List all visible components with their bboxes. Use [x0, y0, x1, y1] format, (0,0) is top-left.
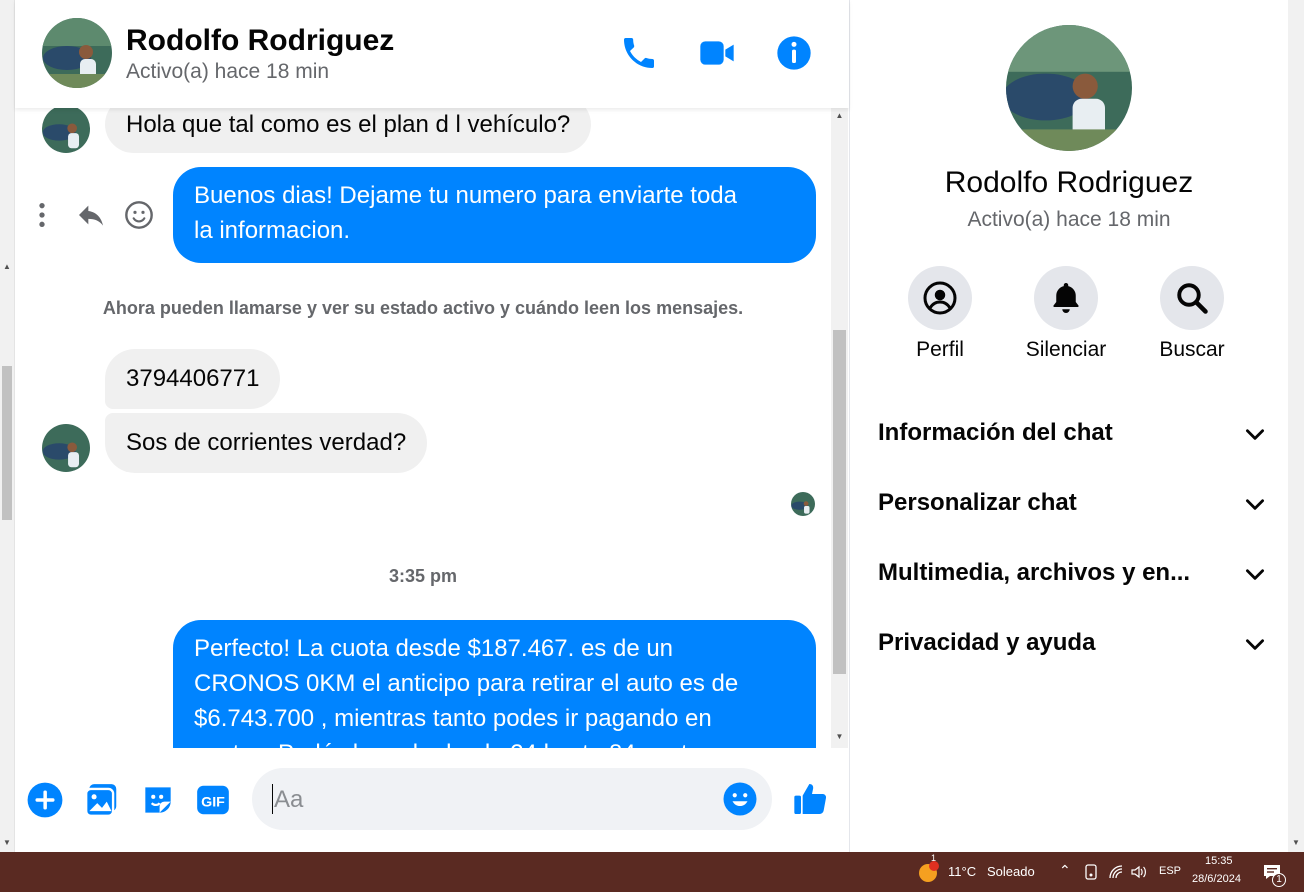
mute-label: Silenciar — [1025, 338, 1107, 361]
section-label: Privacidad y ayuda — [878, 629, 1096, 656]
clock-time[interactable]: 15:35 — [1205, 855, 1233, 867]
avatar[interactable] — [1006, 25, 1132, 151]
volume-icon[interactable] — [1130, 864, 1148, 880]
chevron-down-icon — [1246, 569, 1264, 580]
outgoing-message[interactable]: Buenos dias! Dejame tu numero para envia… — [173, 167, 816, 263]
weather-desc[interactable]: Soleado — [987, 864, 1035, 879]
seen-avatar — [791, 492, 815, 516]
chevron-up-icon[interactable]: ⌃ — [1059, 862, 1071, 879]
message-line: Buenos dias! Dejame tu numero para envia… — [194, 182, 737, 209]
more-dots-icon[interactable] — [26, 199, 58, 231]
system-notice: Ahora pueden llamarse y ver su estado ac… — [102, 298, 744, 318]
weather-badge: 1 — [931, 853, 937, 863]
scrollbar-thumb[interactable] — [833, 330, 846, 674]
clock-date[interactable]: 28/6/2024 — [1192, 873, 1241, 885]
info-icon[interactable] — [774, 33, 814, 73]
notification-count: 1 — [1272, 873, 1286, 887]
contact-name[interactable]: Rodolfo Rodriguez — [126, 24, 394, 58]
section-label: Personalizar chat — [878, 489, 1077, 516]
profile-status: Activo(a) hace 18 min — [967, 208, 1171, 231]
message-timestamp: 3:35 pm — [388, 566, 458, 586]
message-input-placeholder: Aa — [274, 786, 304, 813]
message-line: CRONOS 0KM el anticipo para retirar el a… — [194, 670, 739, 697]
chevron-down-icon — [1246, 499, 1264, 510]
message-line: Perfecto! La cuota desde $187.467. es de… — [194, 635, 674, 662]
reply-icon[interactable] — [75, 199, 107, 231]
scroll-down-arrow[interactable]: ▼ — [0, 838, 14, 847]
plus-icon[interactable] — [26, 781, 64, 819]
incoming-message[interactable]: Hola que tal como es el plan d l vehícul… — [105, 108, 592, 153]
weather-icon[interactable] — [918, 861, 940, 883]
avatar[interactable] — [42, 18, 112, 88]
message-input[interactable]: Aa — [252, 768, 772, 830]
contact-status: Activo(a) hace 18 min — [126, 60, 330, 83]
scroll-up-arrow[interactable]: ▲ — [831, 111, 848, 120]
section-chat-info[interactable]: Información del chat — [878, 413, 1268, 453]
profile-name: Rodolfo Rodriguez — [944, 166, 1194, 199]
chevron-down-icon — [1246, 429, 1264, 440]
sticker-icon[interactable] — [139, 781, 177, 819]
window-scrollbar[interactable]: ▼ — [1288, 0, 1304, 852]
section-label: Multimedia, archivos y en... — [878, 559, 1191, 586]
avatar[interactable] — [42, 108, 90, 153]
message-scrollbar[interactable]: ▲ ▼ — [831, 108, 848, 748]
scrollbar-thumb[interactable] — [2, 366, 12, 520]
svg-text:GIF: GIF — [201, 794, 225, 810]
search-button[interactable] — [1160, 266, 1224, 330]
message-line: $6.743.700 , mientras tanto podes ir pag… — [194, 705, 712, 732]
section-customize-chat[interactable]: Personalizar chat — [878, 483, 1268, 523]
scroll-down-arrow[interactable]: ▼ — [1288, 838, 1304, 847]
scroll-up-arrow[interactable]: ▲ — [0, 262, 14, 271]
text-caret — [272, 784, 273, 814]
gif-icon[interactable]: GIF — [194, 781, 232, 819]
video-camera-icon[interactable] — [697, 33, 737, 73]
incoming-message[interactable]: 3794406771 — [105, 349, 281, 409]
page-scrollbar[interactable]: ▲ ▼ — [0, 0, 15, 852]
conversation-info-panel: Rodolfo Rodriguez Activo(a) hace 18 min … — [850, 0, 1288, 852]
emoji-icon[interactable] — [123, 199, 155, 231]
section-media-files[interactable]: Multimedia, archivos y en... — [878, 553, 1268, 593]
scroll-down-arrow[interactable]: ▼ — [831, 732, 848, 741]
search-label: Buscar — [1159, 338, 1225, 361]
like-icon[interactable] — [791, 779, 831, 819]
message-line: cuotas. Podés hacerlo desde 24 hasta 84 … — [194, 736, 795, 748]
chevron-down-icon — [1246, 639, 1264, 650]
phone-icon[interactable] — [619, 33, 659, 73]
outgoing-message[interactable]: Perfecto! La cuota desde $187.467. es de… — [173, 620, 816, 748]
photo-icon[interactable] — [83, 781, 121, 819]
wifi-icon[interactable] — [1108, 864, 1124, 880]
message-line: la informacion. — [194, 217, 351, 244]
profile-label: Perfil — [916, 338, 964, 361]
section-label: Información del chat — [878, 419, 1113, 446]
profile-button[interactable] — [908, 266, 972, 330]
mute-button[interactable] — [1034, 266, 1098, 330]
message-list[interactable]: Hola que tal como es el plan d l vehícul… — [15, 108, 831, 748]
avatar[interactable] — [42, 424, 90, 472]
chat-header: Rodolfo Rodriguez Activo(a) hace 18 min — [15, 0, 849, 108]
incoming-message[interactable]: Sos de corrientes verdad? — [105, 413, 428, 473]
device-icon[interactable] — [1084, 864, 1098, 880]
section-privacy-support[interactable]: Privacidad y ayuda — [878, 623, 1268, 663]
language-indicator[interactable]: ESP — [1159, 865, 1181, 877]
chat-panel: Rodolfo Rodriguez Activo(a) hace 18 min … — [15, 0, 850, 852]
weather-temp[interactable]: 11°C — [948, 864, 976, 879]
composer: GIF Aa — [15, 748, 849, 852]
taskbar: 1 11°C Soleado ⌃ ESP 15:35 28/6/2024 1 — [0, 852, 1304, 892]
emoji-icon[interactable] — [722, 781, 758, 817]
